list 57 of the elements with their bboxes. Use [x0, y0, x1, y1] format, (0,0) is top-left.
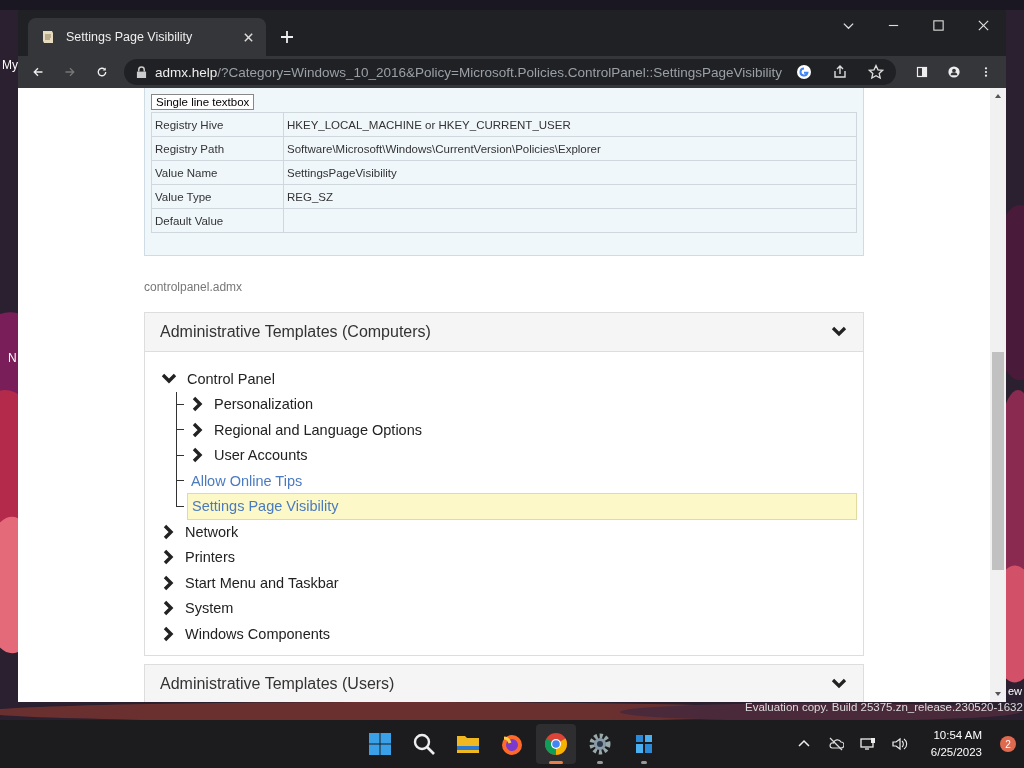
close-icon[interactable]	[243, 31, 254, 43]
table-cell: SettingsPageVisibility	[283, 160, 857, 185]
chevron-right-icon	[163, 574, 175, 591]
table-cell: Value Type	[151, 184, 284, 209]
browser-tab[interactable]: Settings Page Visibility	[28, 18, 266, 56]
chrome-icon	[544, 732, 568, 756]
section-header[interactable]: Administrative Templates (Users)	[145, 664, 863, 702]
address-bar[interactable]: admx.help/?Category=Windows_10_2016&Policy=Microsoft.Policies.ControlPanel::SettingsPageVisibility	[123, 59, 897, 85]
clock-time[interactable]: 10:54 AM	[933, 727, 982, 744]
table-cell: REG_SZ	[283, 184, 857, 209]
chevron-down-icon	[831, 326, 847, 338]
tree-item[interactable]: User Accounts	[190, 442, 308, 468]
windows-logo-icon	[368, 732, 392, 756]
tree-item[interactable]: Control Panel	[161, 366, 857, 392]
tree-item[interactable]: System	[161, 595, 857, 621]
scroll-up-icon[interactable]	[994, 93, 1002, 99]
tree-item[interactable]: Printers	[161, 544, 857, 570]
chevron-right-icon	[163, 523, 175, 540]
table-cell: Registry Path	[151, 136, 284, 161]
search-icon	[412, 732, 436, 756]
chevron-down-icon	[161, 372, 177, 385]
document-icon	[40, 29, 56, 45]
watermark-text: Evaluation copy. Build 25375.zn_release.230520-1632	[745, 701, 1023, 713]
taskbar-app[interactable]	[536, 724, 576, 764]
scrollbar-thumb[interactable]	[992, 352, 1004, 570]
chevron-right-icon	[192, 447, 204, 464]
table-cell: HKEY_LOCAL_MACHINE or HKEY_CURRENT_USER	[283, 112, 857, 137]
table-cell: Software\Microsoft\Windows\CurrentVersion\Policies\Explorer	[283, 136, 857, 161]
chevron-right-icon	[163, 600, 175, 617]
table-cell: Default Value	[151, 208, 284, 233]
section-header[interactable]: Administrative Templates (Computers)	[145, 313, 863, 352]
scroll-down-icon[interactable]	[994, 691, 1002, 697]
maximize-icon[interactable]	[932, 19, 945, 32]
tree-item[interactable]: Windows Components	[161, 621, 857, 647]
chevron-right-icon	[192, 421, 204, 438]
policy-link[interactable]: Allow Online Tips	[187, 470, 307, 491]
new-tab-icon[interactable]	[280, 30, 294, 44]
chevron-right-icon	[192, 396, 204, 413]
policy-link[interactable]: Settings Page Visibility	[187, 492, 857, 520]
chevron-right-icon	[163, 549, 175, 566]
chevron-right-icon	[163, 625, 175, 642]
tree-item[interactable]: Regional and Language Options	[190, 417, 422, 443]
close-icon[interactable]	[977, 19, 990, 32]
chevron-down-icon	[831, 677, 847, 690]
gear-icon	[588, 732, 612, 756]
lock-icon	[135, 65, 147, 79]
clock-date[interactable]: 6/25/2023	[930, 744, 982, 761]
tree-item[interactable]: Start Menu and Taskbar	[161, 570, 857, 596]
element-type-button[interactable]: Single line textbox	[151, 94, 255, 110]
fox-globe-icon	[500, 732, 524, 756]
section-title: Administrative Templates (Users)	[160, 674, 395, 693]
table-cell: Registry Hive	[151, 112, 284, 137]
file-name: controlpanel.admx	[144, 280, 244, 294]
table-cell: Value Name	[151, 160, 284, 185]
tree-item[interactable]: Network	[161, 519, 857, 545]
tree-item[interactable]: Personalization	[190, 391, 314, 417]
section-title: Administrative Templates (Computers)	[160, 323, 431, 341]
